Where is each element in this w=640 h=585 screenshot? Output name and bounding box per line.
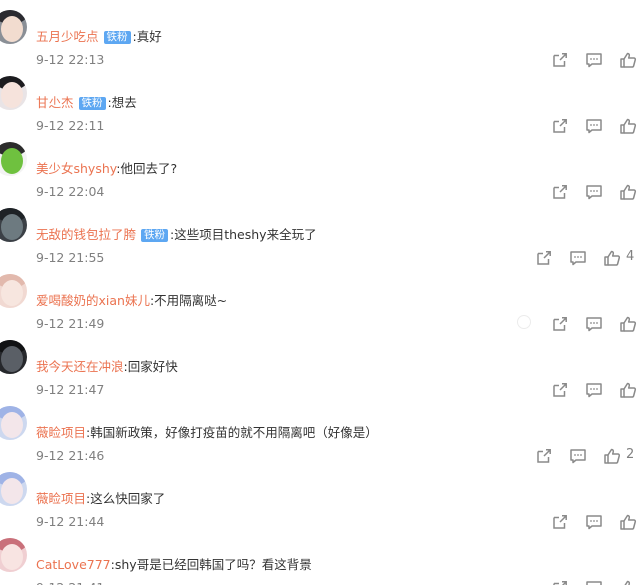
username-link[interactable]: 美少女shyshy bbox=[36, 161, 116, 176]
thumbs-up-icon[interactable] bbox=[618, 578, 638, 585]
fan-badge: 铁粉 bbox=[103, 31, 131, 44]
comment-icon[interactable] bbox=[568, 248, 588, 268]
comment-text: 爱喝酸奶的xian妹儿:不用隔离哒~ bbox=[36, 292, 227, 310]
comment-text: 五月少吃点 铁粉:真好 bbox=[36, 28, 162, 46]
comment-content: 想去 bbox=[111, 95, 137, 110]
thumbs-up-icon[interactable] bbox=[618, 512, 638, 532]
comment-content: 这么快回家了 bbox=[90, 491, 166, 506]
comment-item: CatLove777:shy哥是已经回韩国了吗？看这背景 9-12 21:41 bbox=[0, 538, 640, 585]
comment-time: 9-12 22:04 bbox=[36, 184, 105, 199]
avatar[interactable] bbox=[0, 142, 27, 176]
faded-icon bbox=[517, 315, 531, 329]
avatar[interactable] bbox=[0, 340, 27, 374]
comment-content: 真好 bbox=[136, 29, 162, 44]
avatar-face bbox=[1, 148, 23, 174]
avatar-face bbox=[1, 82, 23, 108]
comment-item: 美少女shyshy:他回去了? 9-12 22:04 bbox=[0, 142, 640, 208]
share-icon[interactable] bbox=[550, 50, 570, 70]
share-icon[interactable] bbox=[550, 380, 570, 400]
comment-time: 9-12 21:47 bbox=[36, 382, 105, 397]
share-icon[interactable] bbox=[550, 578, 570, 585]
avatar[interactable] bbox=[0, 538, 27, 572]
comment-text: 薇睑项目:这么快回家了 bbox=[36, 490, 165, 508]
comment-content: 回家好快 bbox=[127, 359, 178, 374]
share-icon[interactable] bbox=[550, 314, 570, 334]
comment-icon[interactable] bbox=[584, 50, 604, 70]
fan-badge: 铁粉 bbox=[78, 97, 106, 110]
thumbs-up-icon[interactable] bbox=[618, 314, 638, 334]
username-link[interactable]: 我今天还在冲浪 bbox=[36, 359, 124, 374]
comment-time: 9-12 22:13 bbox=[36, 52, 105, 67]
username-link[interactable]: 薇睑项目 bbox=[36, 491, 86, 506]
avatar-face bbox=[1, 214, 23, 240]
comment-time: 9-12 21:46 bbox=[36, 448, 105, 463]
comment-icon[interactable] bbox=[584, 512, 604, 532]
username-link[interactable]: 五月少吃点 bbox=[36, 29, 99, 44]
avatar[interactable] bbox=[0, 208, 27, 242]
avatar-face bbox=[1, 16, 23, 42]
avatar-face bbox=[1, 346, 23, 372]
comment-time: 9-12 21:44 bbox=[36, 514, 105, 529]
comment-icon[interactable] bbox=[584, 182, 604, 202]
share-icon[interactable] bbox=[534, 446, 554, 466]
comment-time: 9-12 21:55 bbox=[36, 250, 105, 265]
avatar[interactable] bbox=[0, 76, 27, 110]
comment-text: 无敌的钱包拉了胯 铁粉:这些项目theshy来全玩了 bbox=[36, 226, 317, 244]
thumbs-up-icon[interactable] bbox=[618, 380, 638, 400]
comment-icon[interactable] bbox=[584, 578, 604, 585]
share-icon[interactable] bbox=[534, 248, 554, 268]
username-link[interactable]: CatLove777 bbox=[36, 557, 111, 572]
comment-text: 美少女shyshy:他回去了? bbox=[36, 160, 177, 178]
avatar[interactable] bbox=[0, 472, 27, 506]
avatar-face bbox=[1, 478, 23, 504]
share-icon[interactable] bbox=[550, 182, 570, 202]
comment-content: 这些项目theshy来全玩了 bbox=[174, 227, 317, 242]
comment-icon[interactable] bbox=[584, 116, 604, 136]
share-icon[interactable] bbox=[550, 512, 570, 532]
comment-text: 甘尐杰 铁粉:想去 bbox=[36, 94, 137, 112]
comment-time: 9-12 21:41 bbox=[36, 580, 104, 585]
avatar[interactable] bbox=[0, 10, 27, 44]
comment-time: 9-12 22:11 bbox=[36, 118, 105, 133]
avatar-face bbox=[1, 412, 23, 438]
thumbs-up-icon[interactable] bbox=[602, 446, 622, 466]
comment-content: 他回去了? bbox=[120, 161, 178, 176]
comment-list: 五月少吃点 铁粉:真好 9-12 22:13 甘尐杰 铁粉:想去 9-12 22:1… bbox=[0, 0, 640, 585]
avatar-face bbox=[1, 280, 23, 306]
comment-content: 不用隔离哒~ bbox=[154, 293, 228, 308]
username-link[interactable]: 薇睑项目 bbox=[36, 425, 86, 440]
comment-text: 薇睑项目:韩国新政策，好像打疫苗的就不用隔离吧（好像是） bbox=[36, 424, 378, 442]
thumbs-up-icon[interactable] bbox=[618, 50, 638, 70]
comment-item: 无敌的钱包拉了胯 铁粉:这些项目theshy来全玩了 9-12 21:55 4 bbox=[0, 208, 640, 274]
comment-icon[interactable] bbox=[584, 380, 604, 400]
comment-icon[interactable] bbox=[584, 314, 604, 334]
like-count: 4 bbox=[626, 249, 635, 264]
comment-content: 韩国新政策，好像打疫苗的就不用隔离吧（好像是） bbox=[90, 425, 378, 440]
username-link[interactable]: 无敌的钱包拉了胯 bbox=[36, 227, 136, 242]
comment-item: 薇睑项目:韩国新政策，好像打疫苗的就不用隔离吧（好像是） 9-12 21:46 … bbox=[0, 406, 640, 472]
avatar[interactable] bbox=[0, 274, 27, 308]
comment-content: shy哥是已经回韩国了吗？看这背景 bbox=[114, 557, 312, 572]
comment-item: 五月少吃点 铁粉:真好 9-12 22:13 bbox=[0, 10, 640, 76]
comment-item: 甘尐杰 铁粉:想去 9-12 22:11 bbox=[0, 76, 640, 142]
username-link[interactable]: 甘尐杰 bbox=[36, 95, 74, 110]
comment-item: 我今天还在冲浪:回家好快 9-12 21:47 bbox=[0, 340, 640, 406]
avatar[interactable] bbox=[0, 406, 27, 440]
comment-item: 爱喝酸奶的xian妹儿:不用隔离哒~ 9-12 21:49 bbox=[0, 274, 640, 340]
comment-text: CatLove777:shy哥是已经回韩国了吗？看这背景 bbox=[36, 556, 312, 574]
thumbs-up-icon[interactable] bbox=[602, 248, 622, 268]
avatar-face bbox=[1, 544, 23, 570]
comment-time: 9-12 21:49 bbox=[36, 316, 105, 331]
thumbs-up-icon[interactable] bbox=[618, 182, 638, 202]
username-link[interactable]: 爱喝酸奶的xian妹儿 bbox=[36, 293, 150, 308]
fan-badge: 铁粉 bbox=[141, 229, 169, 242]
comment-item: 薇睑项目:这么快回家了 9-12 21:44 bbox=[0, 472, 640, 538]
comment-text: 我今天还在冲浪:回家好快 bbox=[36, 358, 178, 376]
like-count: 2 bbox=[626, 447, 635, 462]
comment-icon[interactable] bbox=[568, 446, 588, 466]
share-icon[interactable] bbox=[550, 116, 570, 136]
thumbs-up-icon[interactable] bbox=[618, 116, 638, 136]
